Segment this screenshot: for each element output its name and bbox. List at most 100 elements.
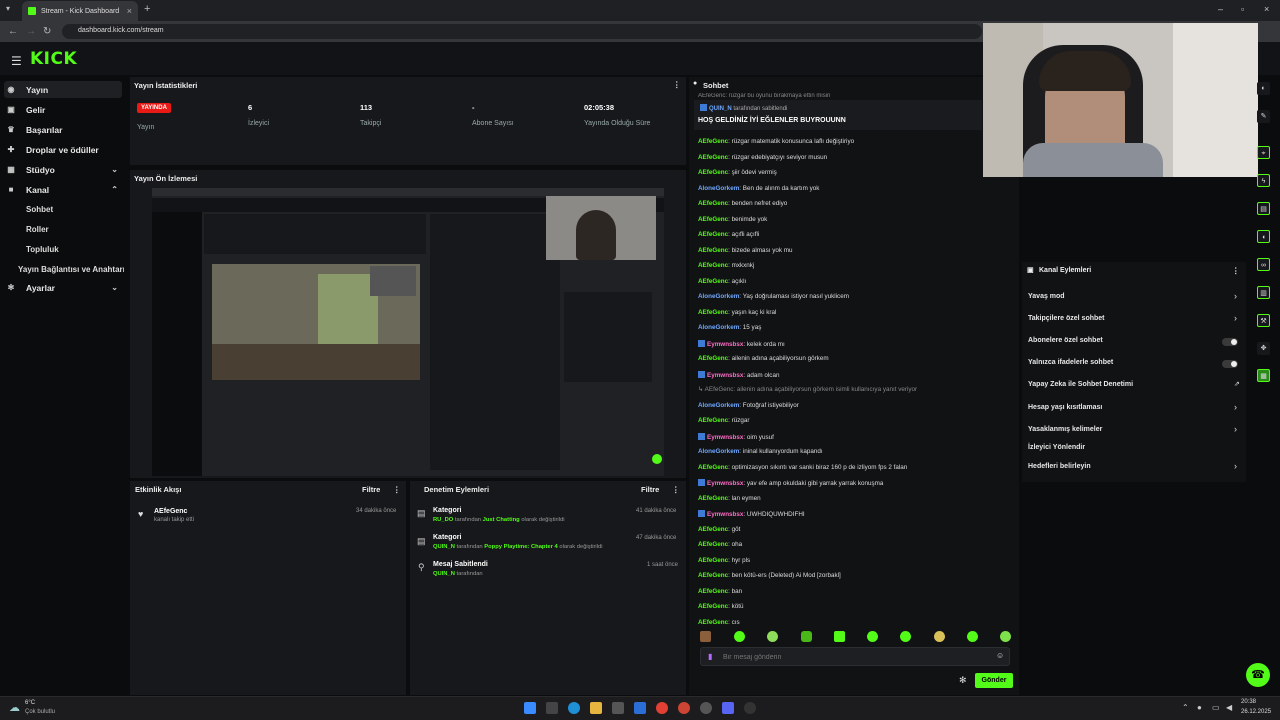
emote-icon[interactable] xyxy=(801,631,812,642)
chat-username[interactable]: Eymwnsbsx xyxy=(707,511,743,518)
action-ai-moderation[interactable]: Yapay Zeka ile Sohbet Denetimi xyxy=(1028,381,1133,388)
activity-user[interactable]: AEfeGenc xyxy=(154,508,187,515)
emotes-only-toggle[interactable] xyxy=(1222,360,1238,368)
edit-icon[interactable]: ✎ xyxy=(1257,110,1270,123)
grid-icon[interactable]: ▦ xyxy=(1257,369,1270,382)
emote-icon[interactable] xyxy=(934,631,945,642)
new-tab-icon[interactable]: + xyxy=(144,3,150,15)
sidebar-subitem-roller[interactable]: Roller xyxy=(26,225,49,234)
activity-menu-icon[interactable]: ⋮ xyxy=(393,485,401,494)
emoji-icon[interactable]: ☺ xyxy=(996,651,1004,660)
chat-username[interactable]: AEfeGenc xyxy=(698,355,728,362)
chat-username[interactable]: AEfeGenc xyxy=(698,495,728,502)
sidebar-subitem-sohbet[interactable]: Sohbet xyxy=(26,205,53,214)
chat-username[interactable]: AEfeGenc xyxy=(698,200,728,207)
chat-username[interactable]: AEfeGenc xyxy=(698,309,728,316)
external-link-icon[interactable]: ⇗ xyxy=(1234,380,1240,388)
chat-username[interactable]: AEfeGenc xyxy=(698,169,728,176)
chat-username[interactable]: AEfeGenc xyxy=(698,154,728,161)
chat-username[interactable]: AEfeGenc xyxy=(698,526,728,533)
chat-username[interactable]: AEfeGenc xyxy=(698,619,728,626)
clipboard-icon[interactable]: ▤ xyxy=(1257,202,1270,215)
action-slow-mode[interactable]: Yavaş mod xyxy=(1028,293,1065,300)
wrench-icon[interactable]: ⚒ xyxy=(1257,314,1270,327)
sidebar-item-droplar[interactable]: ✚ Droplar ve ödüller xyxy=(4,141,122,158)
forward-icon[interactable]: → xyxy=(26,26,36,37)
chrome-icon[interactable] xyxy=(656,702,668,714)
discord-icon[interactable] xyxy=(722,702,734,714)
sidebar-subitem-topluluk[interactable]: Topluluk xyxy=(26,245,59,254)
action-account-age[interactable]: Hesap yaşı kısıtlaması xyxy=(1028,404,1102,411)
chat-username[interactable]: AEfeGenc xyxy=(698,138,728,145)
kick-logo[interactable]: KICK xyxy=(30,49,77,69)
sidebar-item-gelir[interactable]: ▣ Gelir xyxy=(4,101,122,118)
mic-tray-icon[interactable]: ● xyxy=(1197,703,1202,712)
mod-item-user[interactable]: QUIN_N xyxy=(433,544,455,550)
close-tab-icon[interactable]: × xyxy=(127,6,132,16)
app-icon[interactable] xyxy=(700,702,712,714)
store-icon[interactable] xyxy=(612,702,624,714)
lightning-icon[interactable]: ϟ xyxy=(1257,174,1270,187)
chat-username[interactable]: AEfeGenc xyxy=(698,603,728,610)
url-field[interactable]: dashboard.kick.com/stream xyxy=(62,24,982,39)
weather-temp[interactable]: 6°C xyxy=(25,700,35,706)
subscribers-only-toggle[interactable] xyxy=(1222,338,1238,346)
chevron-right-icon[interactable]: › xyxy=(1234,291,1237,301)
task-view-icon[interactable] xyxy=(546,702,558,714)
chat-username[interactable]: Eymwnsbsx xyxy=(707,480,743,487)
link-icon[interactable]: ∞ xyxy=(1257,258,1270,271)
chat-username[interactable]: AEfeGenc xyxy=(698,464,728,471)
minimize-icon[interactable]: – xyxy=(1218,4,1223,14)
chat-settings-icon[interactable]: ✻ xyxy=(959,675,967,686)
edge-icon[interactable] xyxy=(568,702,580,714)
close-window-icon[interactable]: × xyxy=(1264,4,1269,14)
chevron-right-icon[interactable]: › xyxy=(1234,461,1237,471)
emote-icon[interactable] xyxy=(967,631,978,642)
sidebar-item-connection[interactable]: Yayın Bağlantısı ve Anahtarı xyxy=(18,265,124,274)
stats-menu-icon[interactable]: ⋮ xyxy=(673,80,681,89)
send-button[interactable]: Gönder xyxy=(975,673,1013,688)
channel-actions-menu-icon[interactable]: ⋮ xyxy=(1232,266,1240,275)
action-followers-only[interactable]: Takipçilere özel sohbet xyxy=(1028,315,1105,322)
activity-filter-button[interactable]: Filtre xyxy=(362,485,380,494)
chat-username[interactable]: AEfeGenc xyxy=(698,541,728,548)
chat-username[interactable]: Eymwnsbsx xyxy=(707,434,743,441)
action-banned-words[interactable]: Yasaklanmış kelimeler xyxy=(1028,426,1102,433)
help-icon[interactable]: ◐ xyxy=(1257,82,1270,95)
chevron-right-icon[interactable]: › xyxy=(1234,313,1237,323)
sidebar-item-kanal[interactable]: ■ Kanal ⌃ xyxy=(4,181,122,198)
chevron-right-icon[interactable]: › xyxy=(1234,402,1237,412)
puzzle-icon[interactable]: ✥ xyxy=(1257,342,1270,355)
chat-username[interactable]: AloneGorkem xyxy=(698,293,739,300)
sidebar-item-studyo[interactable]: ▦ Stüdyo ⌄ xyxy=(4,161,122,178)
windows-start-icon[interactable] xyxy=(524,702,536,714)
network-icon[interactable]: ▭ xyxy=(1212,703,1220,712)
emote-icon[interactable] xyxy=(900,631,911,642)
action-goals[interactable]: Hedefleri belirleyin xyxy=(1028,463,1091,470)
emote-icon[interactable] xyxy=(700,631,711,642)
sidebar-item-basarilar[interactable]: ♛ Başarılar xyxy=(4,121,122,138)
mic-icon[interactable]: ▮ xyxy=(708,652,712,661)
chat-username[interactable]: AEfeGenc xyxy=(698,417,728,424)
chat-username[interactable]: AloneGorkem xyxy=(698,402,739,409)
mail-icon[interactable] xyxy=(634,702,646,714)
stream-preview-video[interactable] xyxy=(152,188,664,476)
chat-icon[interactable]: ◖ xyxy=(1257,230,1270,243)
clock-time[interactable]: 20:38 xyxy=(1241,699,1256,705)
chat-username[interactable]: Eymwnsbsx xyxy=(707,372,743,379)
chat-username[interactable]: AloneGorkem xyxy=(698,324,739,331)
moderation-menu-icon[interactable]: ⋮ xyxy=(672,485,680,494)
chat-username[interactable]: AloneGorkem xyxy=(698,185,739,192)
chat-username[interactable]: AEfeGenc xyxy=(698,231,728,238)
chat-username[interactable]: AEfeGenc xyxy=(698,588,728,595)
chat-message-input[interactable] xyxy=(723,651,983,663)
sidebar-item-ayarlar[interactable]: ✻ Ayarlar ⌄ xyxy=(4,279,122,296)
emote-icon[interactable] xyxy=(867,631,878,642)
emote-icon[interactable] xyxy=(767,631,778,642)
browser-tab[interactable]: Stream - Kick Dashboard × xyxy=(22,1,138,21)
mod-item-user[interactable]: RU_DO xyxy=(433,517,453,523)
chat-username[interactable]: AEfeGenc xyxy=(698,572,728,579)
layout-icon[interactable]: ▥ xyxy=(1257,286,1270,299)
menu-icon[interactable]: ☰ xyxy=(11,54,22,68)
moderation-filter-button[interactable]: Filtre xyxy=(641,485,659,494)
